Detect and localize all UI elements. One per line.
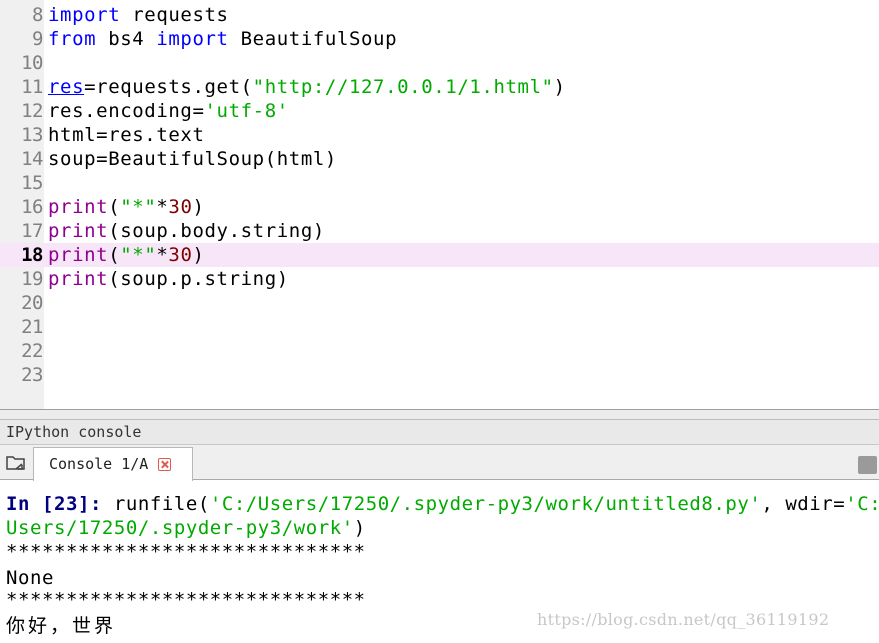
line-number: 23 (21, 364, 43, 386)
line-number: 17 (21, 220, 43, 242)
code-line-10[interactable]: 10 (0, 51, 879, 75)
console-tabbar: Console 1/A (0, 445, 879, 481)
line-number: 12 (21, 100, 43, 122)
code-line-13[interactable]: 13 html=res.text (0, 123, 879, 147)
console-output-line: ****************************** (6, 541, 366, 563)
code-text: html=res.text (48, 124, 205, 146)
code-line-11[interactable]: 11 res=requests.get("http://127.0.0.1/1.… (0, 75, 879, 99)
line-number: 13 (21, 124, 43, 146)
code-line-21[interactable]: 21 (0, 315, 879, 339)
line-number: 18 (21, 244, 43, 266)
line-number: 22 (21, 340, 43, 362)
code-editor[interactable]: 8 import requests 9 from bs4 import Beau… (0, 0, 879, 409)
code-line-20[interactable]: 20 (0, 291, 879, 315)
code-line-14[interactable]: 14 soup=BeautifulSoup(html) (0, 147, 879, 171)
code-line-12[interactable]: 12 res.encoding='utf-8' (0, 99, 879, 123)
highlighted-name: res (48, 76, 85, 98)
console-input-line: In [23]: runfile('C:/Users/17250/.spyder… (6, 493, 879, 515)
tab-console-1a[interactable]: Console 1/A (33, 447, 193, 481)
options-menu-button[interactable] (858, 456, 877, 474)
tab-label: Console 1/A (49, 455, 149, 473)
code-line-9[interactable]: 9 from bs4 import BeautifulSoup (0, 27, 879, 51)
line-number: 9 (32, 28, 43, 50)
code-line-8[interactable]: 8 import requests (0, 3, 879, 27)
console-output-line: ****************************** (6, 589, 366, 611)
code-text: soup=BeautifulSoup(html) (48, 148, 337, 170)
line-number: 21 (21, 316, 43, 338)
line-number: 20 (21, 292, 43, 314)
code-line-17[interactable]: 17 print(soup.body.string) (0, 219, 879, 243)
browse-tabs-icon[interactable] (5, 453, 27, 473)
line-number: 14 (21, 148, 43, 170)
code-text: print(soup.body.string) (48, 220, 325, 242)
line-number: 16 (21, 196, 43, 218)
watermark: https://blog.csdn.net/qq_36119192 (537, 610, 830, 629)
ipython-pane-title: IPython console (0, 420, 879, 445)
line-number: 10 (21, 52, 43, 74)
code-line-16[interactable]: 16 print("*"*30) (0, 195, 879, 219)
code-line-22[interactable]: 22 (0, 339, 879, 363)
code-text: import requests (48, 4, 229, 26)
code-line-15[interactable]: 15 (0, 171, 879, 195)
code-line-18-current[interactable]: 18 print("*"*30) (0, 243, 879, 267)
line-number: 11 (21, 76, 43, 98)
code-line-23[interactable]: 23 (0, 363, 879, 387)
code-text: res=requests.get("http://127.0.0.1/1.htm… (48, 76, 566, 98)
code-text: print(soup.p.string) (48, 268, 289, 290)
pane-splitter[interactable] (0, 409, 879, 420)
close-icon[interactable] (158, 458, 171, 471)
console-output-line: None (6, 567, 54, 589)
code-text: print("*"*30) (48, 196, 205, 218)
line-number: 15 (21, 172, 43, 194)
console-input-continuation: Users/17250/.spyder-py3/work') (6, 517, 366, 539)
code-text: print("*"*30) (48, 244, 205, 266)
code-text: res.encoding='utf-8' (48, 100, 289, 122)
code-line-19[interactable]: 19 print(soup.p.string) (0, 267, 879, 291)
line-number: 8 (32, 4, 43, 26)
line-number: 19 (21, 268, 43, 290)
code-text: from bs4 import BeautifulSoup (48, 28, 398, 50)
console-output-line: 你好，世界 (6, 615, 117, 637)
